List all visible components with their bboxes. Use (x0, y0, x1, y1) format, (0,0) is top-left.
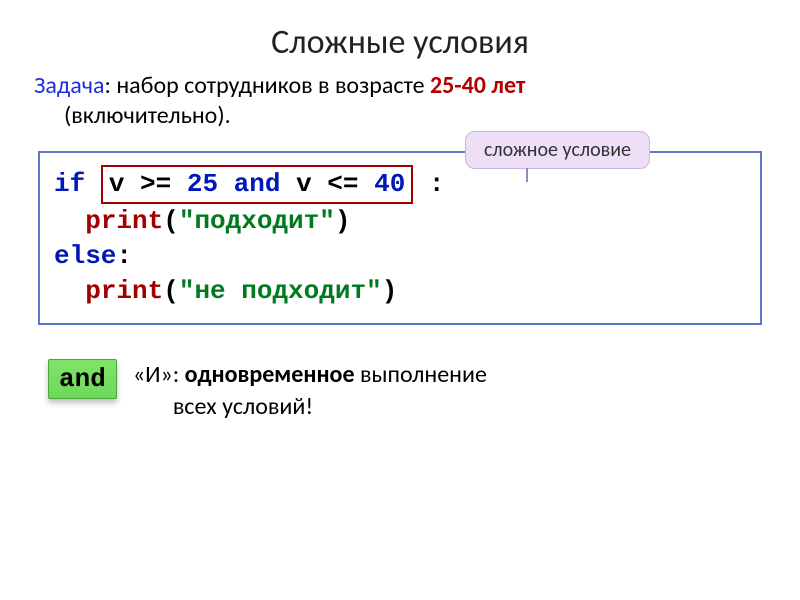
cond-var1: v >= (109, 169, 187, 199)
str-no: "не подходит" (179, 276, 382, 306)
slide-title: Сложные условия (34, 22, 766, 63)
and-row: and «И»: одновременное выполнение всех у… (34, 359, 766, 421)
print-kw2: print (85, 276, 163, 306)
task-line: Задача: набор сотрудников в возрасте 25-… (34, 71, 766, 131)
task-label: Задача (34, 71, 105, 100)
callout-label: сложное условие (465, 131, 650, 169)
lparen1: ( (163, 206, 179, 236)
rparen2: ) (382, 276, 398, 306)
and-desc: «И»: одновременное выполнение всех услов… (133, 359, 766, 421)
cond-var2: v <= (296, 169, 374, 199)
and-desc-prefix: «И»: (133, 360, 185, 389)
cond-num1: 25 (187, 169, 218, 199)
and-badge: and (48, 359, 117, 399)
cond-num2: 40 (374, 169, 405, 199)
lparen2: ( (163, 276, 179, 306)
colon1: : (429, 169, 445, 199)
and-desc-rest2: всех условий! (133, 392, 313, 421)
cond-and: and (218, 169, 296, 199)
task-age: 25-40 лет (430, 71, 525, 100)
code-box: сложное условие if v >= 25 and v <= 40 :… (38, 151, 762, 325)
rparen1: ) (335, 206, 351, 236)
task-suffix: (включительно). (34, 101, 231, 130)
if-keyword: if (54, 169, 85, 199)
task-prefix: : набор сотрудников в возрасте (105, 71, 430, 100)
print-kw1: print (85, 206, 163, 236)
slide: Сложные условия Задача: набор сотруднико… (0, 0, 800, 600)
else-kw: else (54, 241, 116, 271)
and-desc-bold: одновременное (185, 360, 355, 389)
code-block: if v >= 25 and v <= 40 : print("подходит… (54, 165, 746, 309)
condition-box: v >= 25 and v <= 40 (101, 165, 413, 204)
and-desc-rest1: выполнение (355, 360, 487, 389)
colon2: : (116, 241, 132, 271)
str-ok: "подходит" (179, 206, 335, 236)
